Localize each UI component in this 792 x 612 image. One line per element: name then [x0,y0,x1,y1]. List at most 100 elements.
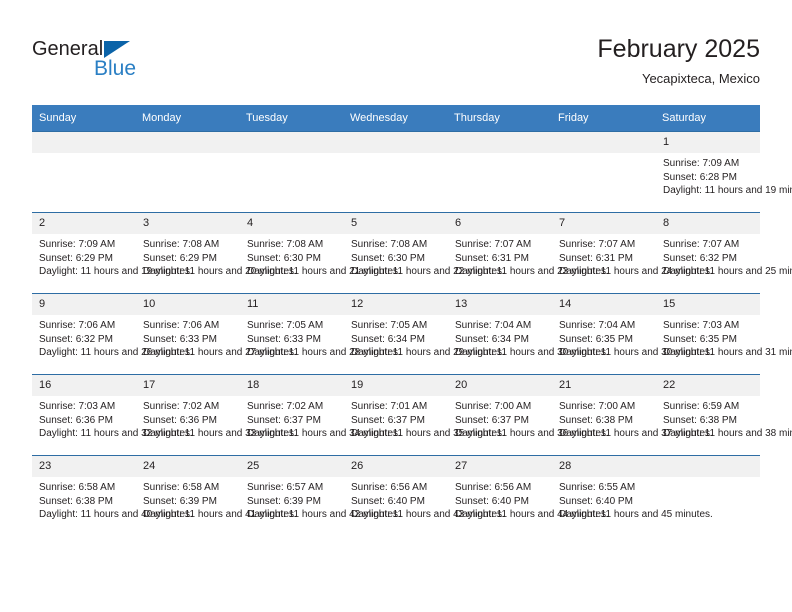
calendar-day-cell[interactable]: 9 Sunrise: 7:06 AM Sunset: 6:32 PM Daylight… [32,293,193,375]
day-number: 19 [344,375,448,396]
calendar-day-cell[interactable]: 27 Sunrise: 6:56 AM Sunset: 6:40 PM Dayligh… [448,455,609,536]
day-number: 28 [552,456,656,477]
calendar-day-cell[interactable]: 10 Sunrise: 7:06 AM Sunset: 6:33 PM Dayligh… [136,293,297,375]
day-details: Sunrise: 7:05 AM Sunset: 6:33 PM Daylight:… [240,315,401,360]
day-number: 26 [344,456,448,477]
daylight-text: Daylight: 11 hours and 21 minutes. [247,266,401,278]
calendar-day-cell[interactable]: 16 Sunrise: 7:03 AM Sunset: 6:36 PM Dayligh… [32,374,193,456]
calendar-day-cell-empty [448,131,552,213]
day-number: 8 [656,213,760,234]
day-details: Sunrise: 7:07 AM Sunset: 6:31 PM Daylight:… [552,234,713,279]
calendar-day-cell[interactable]: 18 Sunrise: 7:02 AM Sunset: 6:37 PM Dayligh… [240,374,401,456]
daylight-text: Daylight: 11 hours and 22 minutes. [351,266,505,278]
day-details: Sunrise: 7:09 AM Sunset: 6:29 PM Daylight:… [32,234,193,279]
calendar-day-cell[interactable]: 20 Sunrise: 7:00 AM Sunset: 6:37 PM Dayligh… [448,374,609,456]
day-details: Sunrise: 7:02 AM Sunset: 6:36 PM Daylight:… [136,396,297,441]
weekday-header-thursday: Thursday [448,105,552,132]
sunset-text: Sunset: 6:28 PM [663,171,737,183]
day-details: Sunrise: 6:59 AM Sunset: 6:38 PM Daylight:… [656,396,792,441]
day-details: Sunrise: 7:09 AM Sunset: 6:28 PM Daylight:… [656,153,792,198]
sunrise-text: Sunrise: 7:06 AM [39,320,116,331]
daylight-text: Daylight: 11 hours and 29 minutes. [351,347,505,359]
calendar-day-cell[interactable]: 23 Sunrise: 6:58 AM Sunset: 6:38 PM Dayligh… [32,455,193,536]
sunrise-text: Sunrise: 7:03 AM [663,320,740,331]
calendar-day-cell[interactable]: 25 Sunrise: 6:57 AM Sunset: 6:39 PM Dayligh… [240,455,401,536]
calendar-day-cell[interactable]: 19 Sunrise: 7:01 AM Sunset: 6:37 PM Dayligh… [344,374,505,456]
calendar-week-row: 16 Sunrise: 7:03 AM Sunset: 6:36 PM Dayligh… [32,374,792,456]
page-header: General Blue February 2025 Yecapixteca, … [32,34,760,100]
calendar-day-cell[interactable]: 24 Sunrise: 6:58 AM Sunset: 6:39 PM Dayligh… [136,455,297,536]
calendar-day-cell[interactable]: 15 Sunrise: 7:03 AM Sunset: 6:35 PM Dayligh… [656,293,792,375]
daylight-text: Daylight: 11 hours and 45 minutes. [559,509,713,521]
daylight-text: Daylight: 11 hours and 44 minutes. [455,509,609,521]
day-number: 16 [32,375,136,396]
weekday-header-monday: Monday [136,105,240,132]
daylight-text: Daylight: 11 hours and 19 minutes. [663,185,792,197]
sunset-text: Sunset: 6:38 PM [559,414,633,426]
day-number: 22 [656,375,760,396]
day-number: 2 [32,213,136,234]
day-details: Sunrise: 7:01 AM Sunset: 6:37 PM Daylight:… [344,396,505,441]
calendar-day-cell-empty [656,455,760,536]
calendar-week-row: 1 Sunrise: 7:09 AM Sunset: 6:28 PM Daylight… [32,131,792,213]
calendar-day-cell[interactable]: 3 Sunrise: 7:08 AM Sunset: 6:29 PM Daylight… [136,212,297,294]
calendar-day-cell-empty [344,131,448,213]
calendar-day-cell[interactable]: 22 Sunrise: 6:59 AM Sunset: 6:38 PM Dayligh… [656,374,792,456]
calendar-day-cell[interactable]: 17 Sunrise: 7:02 AM Sunset: 6:36 PM Dayligh… [136,374,297,456]
sunset-text: Sunset: 6:39 PM [143,495,217,507]
sunrise-text: Sunrise: 7:04 AM [559,320,636,331]
calendar-day-cell[interactable]: 8 Sunrise: 7:07 AM Sunset: 6:32 PM Daylight… [656,212,792,294]
day-details: Sunrise: 6:56 AM Sunset: 6:40 PM Daylight:… [448,477,609,522]
daylight-text: Daylight: 11 hours and 24 minutes. [559,266,713,278]
day-number: 24 [136,456,240,477]
day-number [656,456,760,477]
daylight-text: Daylight: 11 hours and 43 minutes. [351,509,505,521]
daylight-text: Daylight: 11 hours and 32 minutes. [39,428,193,440]
day-number: 4 [240,213,344,234]
daylight-text: Daylight: 11 hours and 25 minutes. [663,266,792,278]
sunset-text: Sunset: 6:30 PM [351,252,425,264]
daylight-text: Daylight: 11 hours and 35 minutes. [351,428,505,440]
day-number [32,132,136,153]
sunset-text: Sunset: 6:40 PM [351,495,425,507]
day-details: Sunrise: 7:03 AM Sunset: 6:35 PM Daylight:… [656,315,792,360]
calendar-day-cell[interactable]: 7 Sunrise: 7:07 AM Sunset: 6:31 PM Daylight… [552,212,713,294]
daylight-text: Daylight: 11 hours and 36 minutes. [455,428,609,440]
day-details: Sunrise: 6:58 AM Sunset: 6:39 PM Daylight:… [136,477,297,522]
calendar-day-cell-empty [240,131,344,213]
calendar-day-cell[interactable]: 1 Sunrise: 7:09 AM Sunset: 6:28 PM Daylight… [656,131,792,213]
calendar-day-cell[interactable]: 6 Sunrise: 7:07 AM Sunset: 6:31 PM Daylight… [448,212,609,294]
daylight-text: Daylight: 11 hours and 38 minutes. [663,428,792,440]
sunrise-text: Sunrise: 6:56 AM [351,482,428,493]
calendar-day-cell[interactable]: 26 Sunrise: 6:56 AM Sunset: 6:40 PM Dayligh… [344,455,505,536]
weekday-header-tuesday: Tuesday [240,105,344,132]
day-details: Sunrise: 7:08 AM Sunset: 6:30 PM Daylight:… [240,234,401,279]
calendar-day-cell[interactable]: 28 Sunrise: 6:55 AM Sunset: 6:40 PM Dayligh… [552,455,713,536]
daylight-text: Daylight: 11 hours and 37 minutes. [559,428,713,440]
sunrise-text: Sunrise: 7:00 AM [559,401,636,412]
daylight-text: Daylight: 11 hours and 40 minutes. [39,509,193,521]
calendar-day-cell[interactable]: 14 Sunrise: 7:04 AM Sunset: 6:35 PM Dayligh… [552,293,713,375]
calendar-day-cell[interactable]: 12 Sunrise: 7:05 AM Sunset: 6:34 PM Dayligh… [344,293,505,375]
calendar-day-cell[interactable]: 13 Sunrise: 7:04 AM Sunset: 6:34 PM Dayligh… [448,293,609,375]
calendar-day-cell[interactable]: 4 Sunrise: 7:08 AM Sunset: 6:30 PM Daylight… [240,212,401,294]
sunrise-text: Sunrise: 7:04 AM [455,320,532,331]
calendar-day-cell[interactable]: 2 Sunrise: 7:09 AM Sunset: 6:29 PM Daylight… [32,212,193,294]
day-number: 9 [32,294,136,315]
brand-logo[interactable]: General Blue [32,38,162,88]
day-number: 7 [552,213,656,234]
sunset-text: Sunset: 6:40 PM [455,495,529,507]
day-number [240,132,344,153]
calendar-day-cell[interactable]: 11 Sunrise: 7:05 AM Sunset: 6:33 PM Dayligh… [240,293,401,375]
daylight-text: Daylight: 11 hours and 28 minutes. [247,347,401,359]
day-number: 15 [656,294,760,315]
calendar-day-cell[interactable]: 5 Sunrise: 7:08 AM Sunset: 6:30 PM Daylight… [344,212,505,294]
day-number [552,132,656,153]
sunrise-text: Sunrise: 7:02 AM [247,401,324,412]
calendar-header-row: Sunday Monday Tuesday Wednesday Thursday… [32,105,760,132]
day-number: 17 [136,375,240,396]
day-details: Sunrise: 7:04 AM Sunset: 6:34 PM Daylight:… [448,315,609,360]
sunset-text: Sunset: 6:34 PM [351,333,425,345]
calendar-day-cell[interactable]: 21 Sunrise: 7:00 AM Sunset: 6:38 PM Dayligh… [552,374,713,456]
calendar-week-row: 23 Sunrise: 6:58 AM Sunset: 6:38 PM Dayligh… [32,455,760,536]
